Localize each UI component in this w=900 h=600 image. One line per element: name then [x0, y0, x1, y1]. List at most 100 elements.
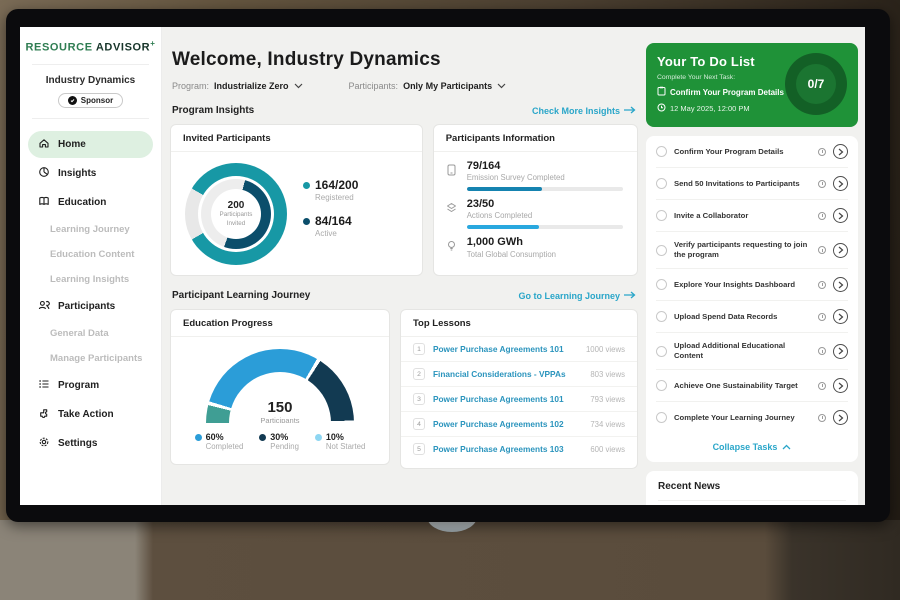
- chevron-right-button[interactable]: [833, 378, 848, 393]
- lesson-link[interactable]: Power Purchase Agreements 102: [433, 419, 590, 429]
- task-checkbox[interactable]: [656, 380, 667, 391]
- chevron-right-button[interactable]: [833, 243, 848, 258]
- learning-journey-header: Participant Learning Journey Go to Learn…: [172, 290, 636, 301]
- legend-item-pending: 30% Pending: [259, 432, 299, 451]
- participants-filter-value: Only My Participants: [403, 81, 492, 91]
- lesson-link[interactable]: Financial Considerations - VPPAs: [433, 369, 590, 379]
- lesson-link[interactable]: Power Purchase Agreements 101: [433, 394, 590, 404]
- go-to-learning-journey-link[interactable]: Go to Learning Journey: [518, 291, 636, 301]
- chevron-right-button[interactable]: [833, 410, 848, 425]
- sidebar-item-label: Insights: [58, 168, 96, 179]
- todo-title: Your To Do List: [657, 54, 784, 69]
- legend-item-registered: 164/200 Registered: [303, 178, 358, 202]
- donut-center-text: Invited: [227, 220, 246, 228]
- logo-advisor: ADVISOR: [96, 42, 150, 54]
- sidebar-item-program[interactable]: Program: [20, 372, 161, 399]
- todo-next-task: Confirm Your Program Details: [657, 86, 784, 98]
- sidebar-item-home[interactable]: Home: [28, 131, 153, 158]
- lesson-row[interactable]: 2 Financial Considerations - VPPAs 803 v…: [401, 362, 637, 387]
- views-suffix: views: [603, 370, 625, 379]
- dashboard-screen: RESOURCE ADVISOR+ Industry Dynamics Spon…: [20, 27, 865, 505]
- sidebar-item-education[interactable]: Education: [20, 189, 161, 216]
- lesson-link[interactable]: Power Purchase Agreements 103: [433, 444, 590, 454]
- collapse-tasks-button[interactable]: Collapse Tasks: [656, 433, 848, 462]
- task-row-upload-educational-content[interactable]: Upload Additional Educational Content: [656, 333, 848, 370]
- chevron-right-button[interactable]: [833, 277, 848, 292]
- lesson-row[interactable]: 1 Power Purchase Agreements 101 1000 vie…: [401, 337, 637, 362]
- sidebar-item-label: Education: [58, 197, 106, 208]
- legend-label: Pending: [270, 442, 299, 451]
- sidebar-item-general-data[interactable]: General Data: [20, 322, 161, 345]
- legend-value: 10%: [326, 432, 344, 442]
- sidebar-item-learning-insights[interactable]: Learning Insights: [20, 268, 161, 291]
- task-row-invite-collaborator[interactable]: Invite a Collaborator: [656, 200, 848, 232]
- legend-value: 164/200: [315, 178, 358, 192]
- teal-dot-icon: [303, 182, 310, 189]
- clipboard-icon: [657, 86, 666, 98]
- chevron-right-button[interactable]: [833, 208, 848, 223]
- views-count: 734: [590, 420, 603, 429]
- sidebar-item-manage-participants[interactable]: Manage Participants: [20, 347, 161, 370]
- info-icon: [818, 281, 826, 289]
- education-progress-body: 150 Participants 60% Completed: [171, 337, 389, 451]
- stat-global-consumption: 1,000 GWh Total Global Consumption: [446, 236, 625, 258]
- chevron-right-button[interactable]: [833, 144, 848, 159]
- invited-participants-donut-chart: 200 Participants Invited: [185, 163, 287, 265]
- task-checkbox[interactable]: [656, 311, 667, 322]
- sidebar-item-education-content[interactable]: Education Content: [20, 243, 161, 266]
- task-row-complete-learning-journey[interactable]: Complete Your Learning Journey: [656, 402, 848, 433]
- task-checkbox[interactable]: [656, 178, 667, 189]
- views-count: 803: [590, 370, 603, 379]
- program-filter-label: Program:: [172, 81, 209, 91]
- participants-icon: [38, 299, 50, 314]
- task-checkbox[interactable]: [656, 279, 667, 290]
- task-row-verify-participants[interactable]: Verify participants requesting to join t…: [656, 232, 848, 269]
- sponsor-badge[interactable]: Sponsor: [58, 93, 123, 108]
- education-progress-card: Education Progress 150 Participants 6: [170, 309, 390, 465]
- desk-background: [0, 520, 900, 600]
- task-row-upload-spend-data[interactable]: Upload Spend Data Records: [656, 301, 848, 333]
- next-task-label: Confirm Your Program Details: [670, 88, 784, 97]
- lesson-row[interactable]: 4 Power Purchase Agreements 102 734 view…: [401, 412, 637, 437]
- lesson-row[interactable]: 5 Power Purchase Agreements 103 600 view…: [401, 437, 637, 461]
- todo-tasks-card: Confirm Your Program Details Send 50 Inv…: [646, 136, 858, 462]
- task-checkbox[interactable]: [656, 346, 667, 357]
- task-checkbox[interactable]: [656, 146, 667, 157]
- sidebar: RESOURCE ADVISOR+ Industry Dynamics Spon…: [20, 27, 162, 505]
- views-suffix: views: [603, 395, 625, 404]
- light-blue-dot-icon: [315, 434, 322, 441]
- chevron-right-button[interactable]: [833, 344, 848, 359]
- lesson-link[interactable]: Power Purchase Agreements 101: [433, 344, 586, 354]
- main-column: Welcome, Industry Dynamics Program: Indu…: [162, 27, 646, 505]
- stat-value: 23/50: [467, 198, 532, 211]
- task-checkbox[interactable]: [656, 210, 667, 221]
- participants-filter-dropdown[interactable]: Participants: Only My Participants: [349, 81, 507, 91]
- legend-value: 84/164: [315, 214, 352, 228]
- lesson-row[interactable]: 3 Power Purchase Agreements 101 793 view…: [401, 387, 637, 412]
- task-checkbox[interactable]: [656, 245, 667, 256]
- section-title: Program Insights: [172, 105, 254, 116]
- chevron-right-button[interactable]: [833, 176, 848, 191]
- info-icon: [818, 382, 826, 390]
- card-title: Education Progress: [171, 310, 389, 337]
- chevron-right-button[interactable]: [833, 309, 848, 324]
- program-filter-dropdown[interactable]: Program: Industrialize Zero: [172, 81, 303, 91]
- sidebar-item-insights[interactable]: Insights: [20, 160, 161, 187]
- views-count: 1000: [586, 345, 603, 354]
- task-row-explore-insights[interactable]: Explore Your Insights Dashboard: [656, 269, 848, 301]
- views-suffix: views: [603, 345, 625, 354]
- task-row-send-invitations[interactable]: Send 50 Invitations to Participants: [656, 168, 848, 200]
- sidebar-item-learning-journey[interactable]: Learning Journey: [20, 218, 161, 241]
- task-row-achieve-sustainability-target[interactable]: Achieve One Sustainability Target: [656, 370, 848, 402]
- task-label: Verify participants requesting to join t…: [674, 240, 811, 260]
- check-more-insights-link[interactable]: Check More Insights: [532, 106, 636, 116]
- task-row-confirm-program[interactable]: Confirm Your Program Details: [656, 136, 848, 168]
- sidebar-item-participants[interactable]: Participants: [20, 293, 161, 320]
- legend-item-active: 84/164 Active: [303, 214, 358, 238]
- sidebar-item-settings[interactable]: Settings: [20, 430, 161, 457]
- todo-due-date: 12 May 2025, 12:00 PM: [657, 103, 784, 114]
- task-checkbox[interactable]: [656, 412, 667, 423]
- stat-emission-survey: 79/164 Emission Survey Completed: [446, 160, 625, 182]
- sidebar-item-take-action[interactable]: Take Action: [20, 401, 161, 428]
- divider: [32, 118, 149, 119]
